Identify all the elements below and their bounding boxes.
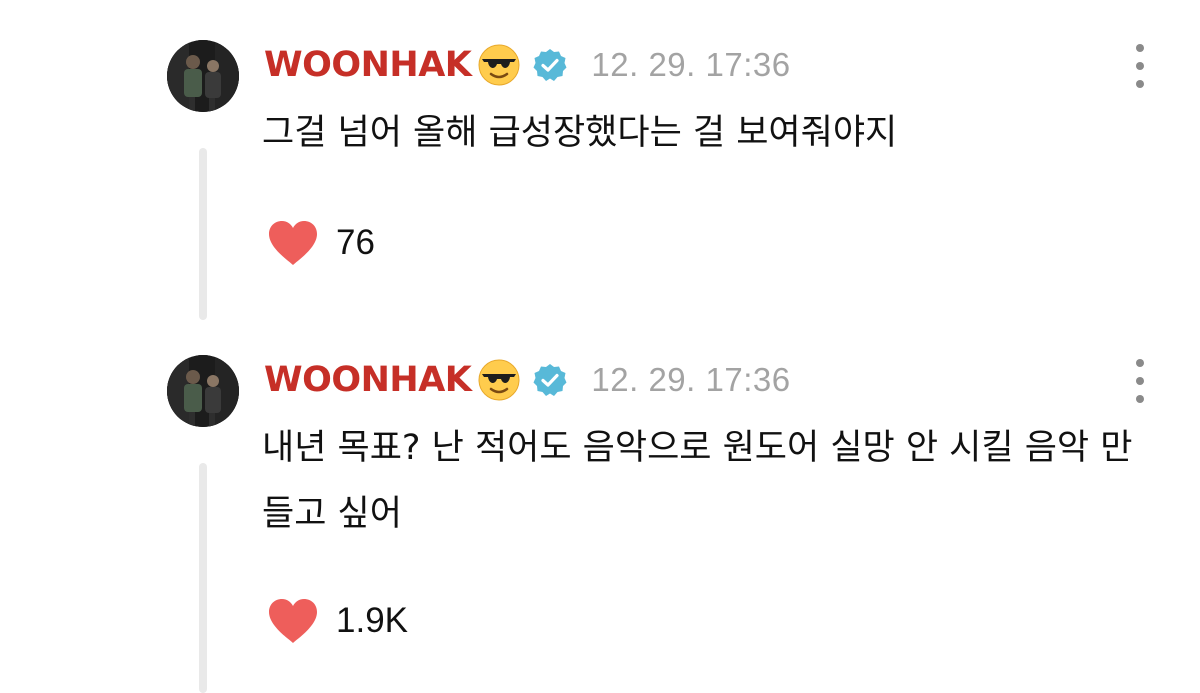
dot xyxy=(1136,62,1144,70)
avatar[interactable] xyxy=(167,355,239,427)
more-options-button[interactable] xyxy=(1130,359,1150,403)
heart-icon[interactable] xyxy=(266,219,320,267)
post-text: 그걸 넘어 올해 급성장했다는 걸 보여줘야지 xyxy=(262,113,898,153)
heart-icon[interactable] xyxy=(266,597,320,645)
username[interactable]: WOONHAK xyxy=(264,45,472,85)
dot xyxy=(1136,395,1144,403)
sunglasses-emoji-icon xyxy=(477,43,521,87)
verified-badge-icon xyxy=(533,48,567,82)
more-options-button[interactable] xyxy=(1130,44,1150,88)
like-row: 1.9K xyxy=(266,594,408,648)
post-text: 내년 목표? 난 적어도 음악으로 원도어 실망 안 시킬 음악 만들고 싶어 xyxy=(262,428,1133,534)
post-item: WOONHAK 12. 29. 17:36 내년 목표? 난 적어도 음악으로 … xyxy=(0,330,1200,693)
post-header: WOONHAK 12. 29. 17:36 xyxy=(264,40,791,90)
verified-badge-icon xyxy=(533,363,567,397)
dot xyxy=(1136,44,1144,52)
avatar[interactable] xyxy=(167,40,239,112)
username[interactable]: WOONHAK xyxy=(264,360,472,400)
post-header: WOONHAK 12. 29. 17:36 xyxy=(264,355,791,405)
like-count: 1.9K xyxy=(336,601,408,640)
timestamp: 12. 29. 17:36 xyxy=(591,361,791,398)
dot xyxy=(1136,80,1144,88)
like-row: 76 xyxy=(266,216,375,270)
thread-line xyxy=(199,463,207,693)
sunglasses-emoji-icon xyxy=(477,358,521,402)
post-item: WOONHAK 12. 29. 17:36 그걸 넘어 올해 급성장했다는 걸 … xyxy=(0,0,1200,330)
thread-line xyxy=(199,148,207,320)
dot xyxy=(1136,359,1144,367)
timestamp: 12. 29. 17:36 xyxy=(591,46,791,83)
dot xyxy=(1136,377,1144,385)
like-count: 76 xyxy=(336,223,375,262)
